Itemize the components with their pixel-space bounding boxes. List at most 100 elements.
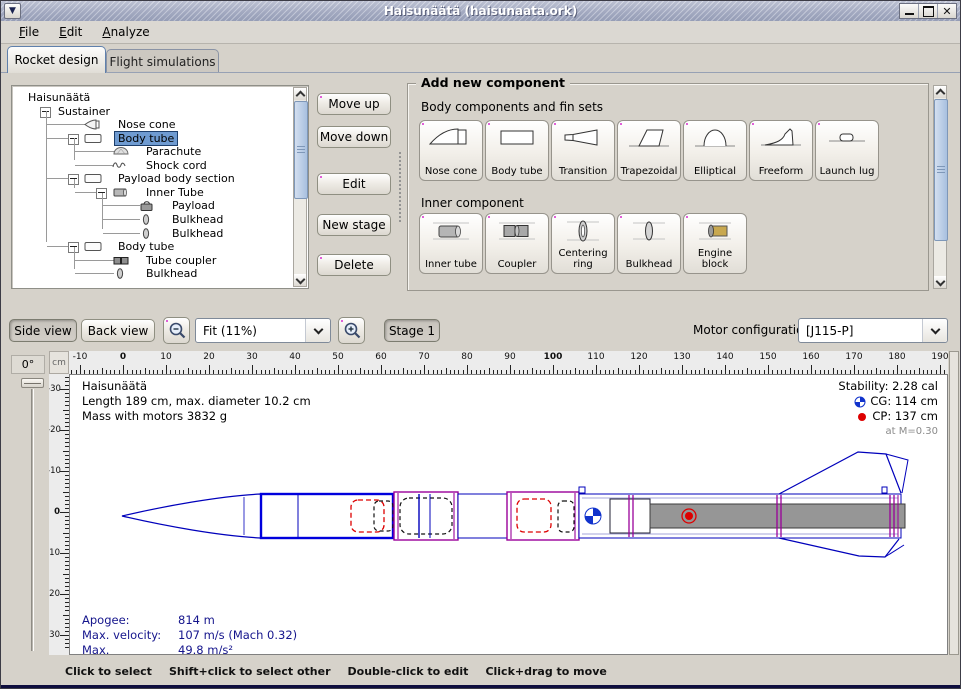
tree-item-sustainer[interactable]: Sustainer [12,105,297,118]
add-engine-block-button[interactable]: Engine block [683,213,747,274]
new-stage-button[interactable]: New stage [317,214,391,236]
tree-item-payload[interactable]: Payload [12,199,297,212]
window-menu-icon[interactable]: ▼ [4,3,21,19]
scrollbar-thumb[interactable] [934,99,948,241]
ruler-label: 0 [49,507,60,517]
body-tube-selected[interactable] [261,494,393,538]
rotation-slider-handle[interactable] [21,378,44,388]
add-transition-button[interactable]: Transition [551,120,615,181]
add-coupler-button[interactable]: Coupler [485,213,549,274]
add-nose-cone-button[interactable]: Nose cone [419,120,483,181]
scroll-up-button[interactable] [294,88,306,100]
fin-lower-back-edge[interactable] [885,545,904,557]
flight-label: Max. velocity: [82,628,178,643]
maximize-button[interactable] [918,4,937,18]
tree-scrollbar[interactable] [293,87,307,287]
tree-item-bulkhead[interactable]: Bulkhead [12,213,297,226]
add-elliptical-button[interactable]: Elliptical [683,120,747,181]
combo-arrow[interactable] [305,319,330,342]
launch-lug-marker[interactable] [579,487,585,493]
motor-configuration-select[interactable]: [J115-P] [798,318,948,343]
add-launch-lug-button[interactable]: Launch lug [815,120,879,181]
menu-edit[interactable]: Edit [49,23,92,41]
component-tree[interactable]: HaisunäätäSustainerNose coneBody tubePar… [11,85,309,289]
tree-item-bulkhead[interactable]: Bulkhead [12,267,297,280]
tree-item-payload-body-section[interactable]: Payload body section [12,172,297,185]
tree-item-label: Payload [169,199,218,212]
scroll-up-button[interactable] [934,86,946,98]
scrollbar-thumb[interactable] [294,101,308,199]
combo-arrow[interactable] [922,319,947,342]
body-components-label: Body components and fin sets [421,100,603,114]
component-panel-scrollbar[interactable] [933,85,947,289]
stage-1-toggle[interactable]: Stage 1 [384,319,440,342]
tree-item-inner-tube[interactable]: Inner Tube [12,186,297,199]
add-bulkhead-button[interactable]: Bulkhead [617,213,681,274]
panel-splitter[interactable] [398,151,403,223]
tree-item-body-tube[interactable]: Body tube [12,240,297,253]
menu-analyze[interactable]: Analyze [92,23,159,41]
ruler-label: 100 [539,352,567,362]
move-up-button[interactable]: Move up [317,93,391,115]
zoom-in-button[interactable] [338,317,365,344]
cg-value: CG: 114 cm [870,394,938,409]
add-centering-ring-button[interactable]: Centering ring [551,213,615,274]
delete-button[interactable]: Delete [317,254,391,276]
back-view-button[interactable]: Back view [81,319,155,342]
mach-condition: at M=0.30 [838,424,938,439]
shock-cord-icon [112,160,130,171]
tree-item-parachute[interactable]: Parachute [12,145,297,158]
add-trapezoidal-button[interactable]: Trapezoidal [617,120,681,181]
ruler-label: 190 [926,352,948,362]
component-button-label: Elliptical [694,167,736,178]
menu-file[interactable]: File [9,23,49,41]
ruler-label: 10 [152,352,180,362]
ruler-label: 170 [840,352,868,362]
ruler-label: -30 [49,384,60,394]
scroll-down-button[interactable] [934,276,946,288]
ruler-tick [80,365,81,374]
add-inner-tube-button[interactable]: Inner tube [419,213,483,274]
tree-connector [103,219,140,220]
tree-item-tube-coupler[interactable]: Tube coupler [12,254,297,267]
tree-item-label: Nose cone [115,118,178,131]
body-tube-mid[interactable] [458,494,507,538]
close-button[interactable]: ✕ [937,4,956,18]
move-down-button[interactable]: Move down [317,126,391,148]
tree-item-label: Body tube [115,132,177,145]
body-tube-icon [84,133,102,144]
zoom-level-select[interactable]: Fit (11%) [195,318,331,343]
tree-item-body-tube[interactable]: Body tube [12,132,297,145]
tree-item-shock-cord[interactable]: Shock cord [12,159,297,172]
ruler-tick [725,365,726,374]
tab-rocket-design[interactable]: Rocket design [7,46,106,73]
add-component-group: Add new component Body components and fi… [407,83,929,291]
tree-connector [75,151,114,152]
nose-cone-outline[interactable] [122,494,261,538]
ruler-tick [424,365,425,374]
add-body-tube-button[interactable]: Body tube [485,120,549,181]
cp-row: CP: 137 cm [838,409,938,424]
rotation-slider-track[interactable] [31,389,34,651]
scroll-down-button[interactable] [294,274,306,286]
flight-label: Apogee: [82,613,178,628]
tree-connector [46,111,47,242]
launch-lug-marker[interactable] [882,487,887,493]
body-tube-icon [493,126,541,150]
tree-item-bulkhead[interactable]: Bulkhead [12,227,297,240]
tree-item-haisun-t[interactable]: Haisunäätä [12,91,297,104]
minimize-button[interactable] [900,4,918,18]
rocket-canvas[interactable]: Haisunäätä Length 189 cm, max. diameter … [69,374,948,655]
zoom-out-button[interactable] [163,317,190,344]
tree-connector [103,233,140,234]
ruler-unit-label: cm [49,351,69,374]
tab-flight-simulations[interactable]: Flight simulations [106,49,219,73]
add-freeform-button[interactable]: Freeform [749,120,813,181]
side-view-button[interactable]: Side view [9,319,77,342]
fin-upper-back-edge[interactable] [886,454,908,493]
tree-connector [75,260,114,261]
tree-item-nose-cone[interactable]: Nose cone [12,118,297,131]
edit-button[interactable]: Edit [317,173,391,195]
fin-lower-outline[interactable] [779,538,899,557]
canvas-vertical-scrollbar[interactable] [949,351,959,655]
